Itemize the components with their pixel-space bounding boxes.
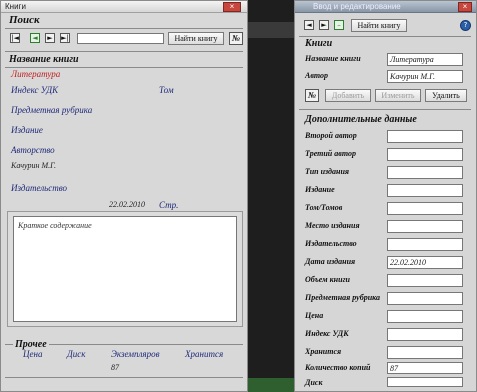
- publisher-field[interactable]: [387, 238, 463, 251]
- field-label: Диск: [305, 378, 323, 387]
- publisher-label: Издательство: [11, 183, 68, 193]
- edit-window: Ввод и редактирование × ◄ ► – Найти книг…: [294, 0, 477, 392]
- number-button[interactable]: №: [305, 89, 319, 102]
- place-field[interactable]: [387, 220, 463, 233]
- close-icon[interactable]: ×: [458, 2, 472, 12]
- copies-col-label: Экземпляров: [111, 349, 160, 359]
- price-field[interactable]: [387, 310, 463, 323]
- prev-record-button[interactable]: ◄: [304, 20, 314, 30]
- book-name-field[interactable]: Литература: [387, 53, 463, 66]
- copies-value: 87: [111, 363, 119, 372]
- field-label: Дата издания: [305, 257, 356, 266]
- background-block: [248, 378, 294, 392]
- subject-field[interactable]: [387, 292, 463, 305]
- summary-group: Краткое содержание: [7, 211, 243, 327]
- storage-field[interactable]: [387, 346, 463, 359]
- field-label: Хранится: [305, 347, 342, 356]
- close-icon[interactable]: ×: [223, 2, 241, 12]
- search-window: Книги × Поиск |◄ ◄ ► ►| Найти книгу № На…: [0, 0, 248, 392]
- field-label: Предметная рубрика: [305, 293, 380, 302]
- summary-label: Краткое содержание: [18, 221, 92, 230]
- prev-record-button[interactable]: ◄: [30, 33, 40, 43]
- copies-field[interactable]: 87: [387, 362, 463, 374]
- next-record-button[interactable]: ►: [45, 33, 55, 43]
- delete-button[interactable]: Удалить: [425, 89, 467, 102]
- edit-window-title: Ввод и редактирование: [313, 2, 401, 11]
- field-label: Объем книги: [305, 275, 350, 284]
- field-label: Издание: [305, 185, 335, 194]
- divider: [299, 109, 471, 110]
- disk-col-label: Диск: [67, 349, 86, 359]
- edit-window-titlebar[interactable]: Ввод и редактирование ×: [295, 1, 476, 13]
- find-book-button[interactable]: Найти книгу: [351, 19, 407, 32]
- help-icon[interactable]: ?: [460, 20, 471, 31]
- first-record-button[interactable]: |◄: [10, 33, 20, 43]
- search-input[interactable]: [77, 33, 164, 44]
- edition-label: Издание: [11, 125, 43, 135]
- price-col-label: Цена: [23, 349, 43, 359]
- book-name-label: Название книги: [305, 54, 361, 63]
- volume-label: Том: [159, 85, 174, 95]
- delete-record-button[interactable]: –: [334, 20, 344, 30]
- edit-button[interactable]: Изменить: [375, 89, 421, 102]
- field-label: Третий автор: [305, 149, 356, 158]
- divider: [5, 28, 243, 29]
- books-header: Книги: [305, 38, 333, 49]
- next-record-button[interactable]: ►: [319, 20, 329, 30]
- book-name-value: Литература: [11, 69, 61, 79]
- last-record-button[interactable]: ►|: [60, 33, 70, 43]
- number-button[interactable]: №: [229, 32, 243, 45]
- author-field[interactable]: Качурин М.Г.: [387, 70, 463, 83]
- udk-label: Индекс УДК: [11, 85, 59, 95]
- background-strip: [248, 0, 294, 392]
- date-value: 22.02.2010: [109, 200, 145, 209]
- background-block: [248, 22, 294, 38]
- extra-header: Дополнительные данные: [305, 114, 417, 125]
- authorship-label: Авторство: [11, 145, 55, 155]
- find-book-button[interactable]: Найти книгу: [168, 32, 224, 45]
- field-label: Том/Томов: [305, 203, 343, 212]
- field-label: Тип издания: [305, 167, 350, 176]
- divider: [5, 344, 13, 345]
- field-label: Индекс УДК: [305, 329, 349, 338]
- divider: [49, 344, 243, 345]
- field-label: Второй автор: [305, 131, 357, 140]
- author-label: Автор: [305, 71, 329, 80]
- field-label: Издательство: [305, 239, 357, 248]
- field-label: Место издания: [305, 221, 360, 230]
- publication-date-field[interactable]: 22.02.2010: [387, 256, 463, 269]
- field-label: Цена: [305, 311, 324, 320]
- search-window-titlebar[interactable]: Книги ×: [1, 1, 247, 13]
- divider: [5, 67, 243, 68]
- field-label: Количество копий: [305, 363, 371, 372]
- search-title: Поиск: [9, 14, 40, 26]
- add-button[interactable]: Добавить: [325, 89, 371, 102]
- udk-field[interactable]: [387, 328, 463, 341]
- disk-field[interactable]: [387, 377, 463, 387]
- author-value: Качурин М.Г.: [11, 161, 57, 170]
- summary-textarea[interactable]: Краткое содержание: [13, 216, 237, 322]
- edition-field[interactable]: [387, 184, 463, 197]
- subject-label: Предметная рубрика: [11, 105, 93, 115]
- stored-col-label: Хранится: [185, 349, 224, 359]
- second-author-field[interactable]: [387, 130, 463, 143]
- search-window-title: Книги: [5, 2, 26, 11]
- pages-label: Стр.: [159, 200, 179, 210]
- third-author-field[interactable]: [387, 148, 463, 161]
- book-title-header: Название книги: [9, 54, 79, 65]
- volumes-field[interactable]: [387, 202, 463, 215]
- book-size-field[interactable]: [387, 274, 463, 287]
- divider: [5, 377, 243, 378]
- divider: [5, 51, 243, 52]
- publication-type-field[interactable]: [387, 166, 463, 179]
- divider: [299, 36, 471, 37]
